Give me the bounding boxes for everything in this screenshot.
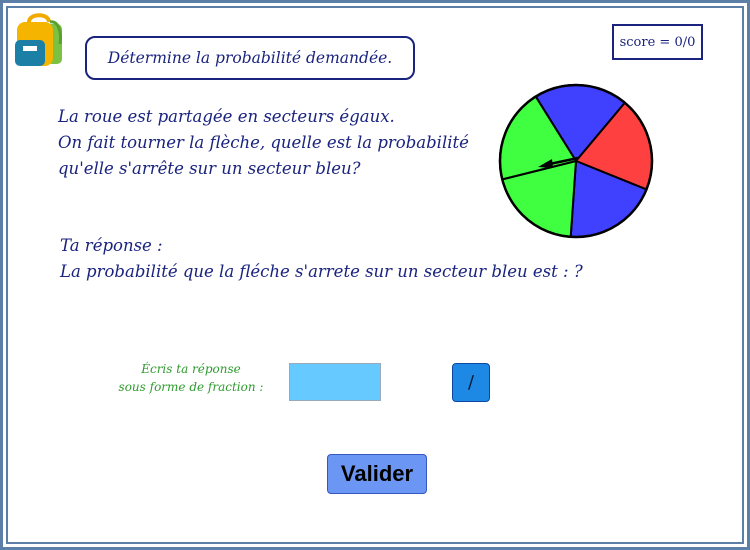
hint-line: sous forme de fraction : bbox=[118, 380, 264, 394]
spinner-wheel bbox=[498, 83, 654, 239]
fraction-slash-button[interactable]: / bbox=[452, 363, 490, 402]
answer-sentence: La probabilité que la fléche s'arrete su… bbox=[60, 262, 583, 281]
answer-input[interactable] bbox=[289, 363, 381, 401]
backpack-icon bbox=[15, 13, 62, 66]
answer-label: Ta réponse : bbox=[60, 236, 163, 255]
hint-line: Écris ta réponse bbox=[141, 362, 241, 376]
score-box: score = 0/0 bbox=[612, 24, 703, 60]
validate-label: Valider bbox=[340, 461, 414, 486]
score-text: score = 0/0 bbox=[619, 34, 696, 50]
question-line: qu'elle s'arrête sur un secteur bleu? bbox=[58, 159, 361, 178]
question-text: La roue est partagée en secteurs égaux. … bbox=[58, 104, 469, 182]
slash-label: / bbox=[467, 372, 475, 393]
question-line: La roue est partagée en secteurs égaux. bbox=[58, 107, 395, 126]
instruction-text: Détermine la probabilité demandée. bbox=[107, 49, 393, 67]
question-line: On fait tourner la flèche, quelle est la… bbox=[58, 133, 469, 152]
fraction-hint: Écris ta réponse sous forme de fraction … bbox=[110, 360, 272, 396]
validate-button[interactable]: Valider bbox=[327, 454, 427, 494]
instruction-box: Détermine la probabilité demandée. bbox=[85, 36, 415, 80]
answer-section: Ta réponse : La probabilité que la fléch… bbox=[60, 233, 583, 285]
